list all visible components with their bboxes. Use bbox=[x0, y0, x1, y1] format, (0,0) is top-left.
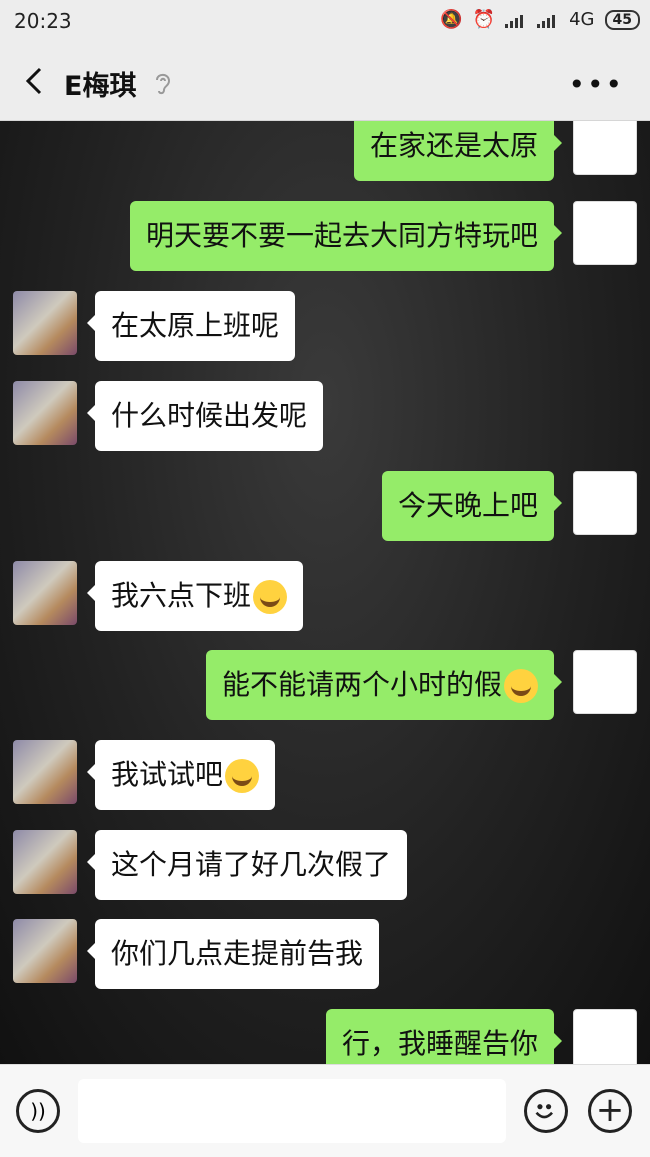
message-text: 在家还是太原 bbox=[369, 129, 538, 162]
message-text: 我六点下班 bbox=[111, 579, 252, 612]
message-text: 行，我睡醒告你 bbox=[341, 1027, 538, 1060]
more-icon[interactable]: ••• bbox=[568, 68, 624, 101]
message-text: 今天晚上吧 bbox=[397, 489, 538, 522]
input-bar: )) + bbox=[0, 1064, 650, 1157]
chevron-left-icon[interactable] bbox=[20, 66, 50, 96]
message-text: 我试试吧 bbox=[111, 758, 224, 791]
message-bubble-received[interactable]: 我试试吧 bbox=[86, 740, 276, 810]
status-time: 20:23 bbox=[14, 9, 72, 33]
avatar-contact[interactable] bbox=[13, 740, 77, 804]
laugh-cry-emoji-icon bbox=[504, 669, 538, 703]
message-bubble-sent[interactable]: 行，我睡醒告你 bbox=[325, 1009, 563, 1064]
avatar-self[interactable] bbox=[573, 121, 637, 175]
message-bubble-sent[interactable]: 在家还是太原 bbox=[353, 121, 563, 181]
message-bubble-received[interactable]: 你们几点走提前告我 bbox=[86, 919, 380, 989]
message-text: 能不能请两个小时的假 bbox=[221, 668, 502, 701]
laugh-cry-emoji-icon bbox=[253, 580, 288, 614]
status-bar: 20:23 🔕 ⏰ 4G 45 bbox=[0, 0, 650, 44]
message-bubble-received[interactable]: 我六点下班 bbox=[86, 561, 304, 631]
emoji-icon[interactable] bbox=[524, 1089, 568, 1133]
status-icons: 🔕 ⏰ 4G 45 bbox=[440, 9, 640, 30]
plus-icon[interactable]: + bbox=[588, 1089, 632, 1133]
message-text: 你们几点走提前告我 bbox=[111, 937, 364, 970]
alarm-icon: ⏰ bbox=[472, 9, 496, 30]
avatar-contact[interactable] bbox=[13, 919, 77, 983]
avatar-self[interactable] bbox=[573, 201, 637, 265]
avatar-self[interactable] bbox=[573, 1009, 637, 1064]
avatar-self[interactable] bbox=[573, 650, 637, 714]
message-text: 什么时候出发呢 bbox=[111, 399, 308, 432]
message-text: 明天要不要一起去大同方特玩吧 bbox=[145, 219, 538, 252]
message-bubble-sent[interactable]: 明天要不要一起去大同方特玩吧 bbox=[129, 201, 563, 271]
avatar-contact[interactable] bbox=[13, 291, 77, 355]
message-bubble-received[interactable]: 什么时候出发呢 bbox=[86, 381, 324, 451]
signal-icon-2 bbox=[537, 12, 559, 28]
ear-icon bbox=[156, 73, 171, 95]
message-list[interactable]: 在家还是太原 明天要不要一起去大同方特玩吧 在太原上班呢 什么时候出发呢 今天晚… bbox=[0, 121, 650, 1064]
message-bubble-received[interactable]: 这个月请了好几次假了 bbox=[86, 830, 408, 900]
network-type: 4G bbox=[569, 9, 595, 30]
battery-level: 45 bbox=[604, 9, 640, 30]
mute-icon: 🔕 bbox=[440, 9, 463, 30]
message-bubble-sent[interactable]: 今天晚上吧 bbox=[381, 471, 563, 541]
avatar-contact[interactable] bbox=[13, 561, 77, 625]
message-text: 这个月请了好几次假了 bbox=[111, 848, 392, 881]
avatar-contact[interactable] bbox=[13, 830, 77, 894]
avatar-self[interactable] bbox=[573, 471, 637, 535]
avatar-contact[interactable] bbox=[13, 381, 77, 445]
voice-icon[interactable]: )) bbox=[16, 1089, 60, 1133]
message-input[interactable] bbox=[78, 1079, 506, 1143]
message-bubble-sent[interactable]: 能不能请两个小时的假 bbox=[205, 650, 563, 720]
chat-title: E梅琪 bbox=[64, 71, 137, 102]
laugh-cry-emoji-icon bbox=[225, 759, 260, 793]
chat-header: E梅琪 ••• bbox=[0, 44, 650, 121]
signal-icon bbox=[505, 12, 527, 28]
message-text: 在太原上班呢 bbox=[111, 309, 280, 342]
message-bubble-received[interactable]: 在太原上班呢 bbox=[86, 291, 296, 361]
